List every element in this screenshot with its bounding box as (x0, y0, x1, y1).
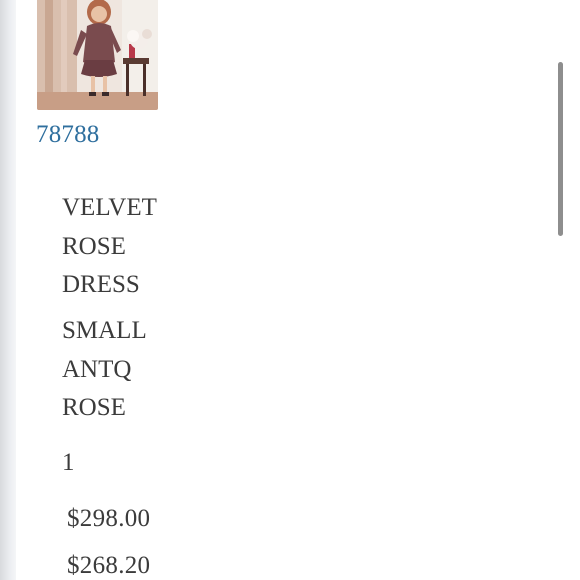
product-thumbnail-image[interactable] (37, 0, 158, 110)
sale-price: $268.20 (67, 552, 151, 579)
quantity-value: 1 (62, 449, 75, 476)
product-name: VELVET ROSE DRESS (62, 194, 157, 298)
product-variant: SMALL ANTQ ROSE (62, 317, 146, 421)
order-item-card: 78788 VELVET ROSE DRESS SMALL ANTQ ROSE … (16, 0, 564, 580)
screen: 78788 VELVET ROSE DRESS SMALL ANTQ ROSE … (0, 0, 580, 580)
original-price: $298.00 (67, 505, 151, 532)
sku-link[interactable]: 78788 (36, 121, 100, 149)
scrollbar-thumb[interactable] (558, 62, 563, 236)
